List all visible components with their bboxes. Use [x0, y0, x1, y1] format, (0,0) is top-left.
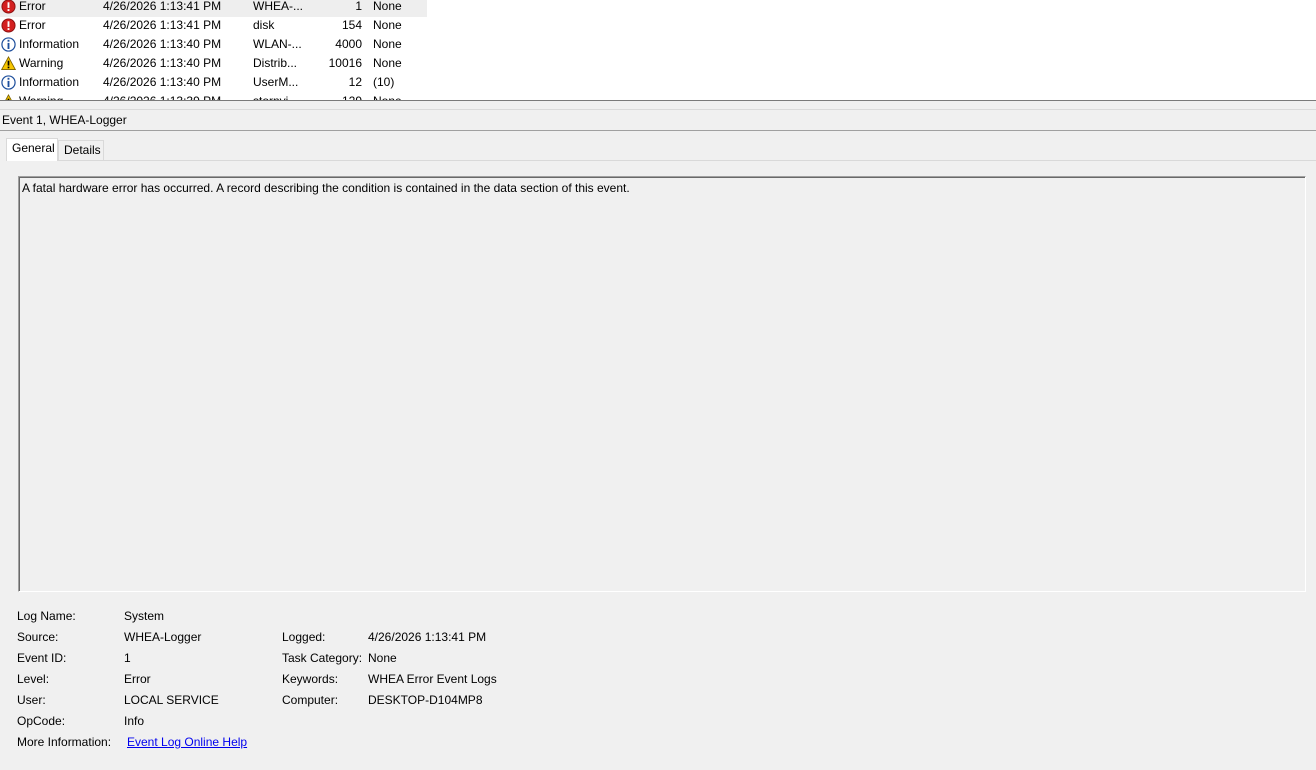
- information-icon: [1, 37, 17, 56]
- event-source: UserM...: [253, 75, 299, 89]
- event-source: Distrib...: [253, 56, 298, 70]
- event-level: Error: [19, 0, 46, 13]
- event-source: disk: [253, 18, 275, 32]
- event-id: 1: [355, 0, 362, 13]
- level-value: Error: [124, 672, 151, 686]
- tab-general[interactable]: General: [6, 138, 58, 161]
- logged-value: 4/26/2026 1:13:41 PM: [368, 630, 487, 644]
- event-id-value: 1: [124, 651, 131, 665]
- event-task: None: [373, 56, 402, 70]
- event-id: 154: [341, 18, 362, 32]
- event-level: Warning: [19, 56, 64, 70]
- event-source: WLAN-...: [253, 37, 302, 51]
- tabstrip: General Details: [0, 131, 1316, 161]
- computer-value: DESKTOP-D104MP8: [368, 693, 483, 707]
- event-id: 4000: [335, 37, 362, 51]
- opcode-value: Info: [124, 714, 145, 728]
- event-task: None: [373, 0, 402, 13]
- source-value: WHEA-Logger: [124, 630, 202, 644]
- computer-label: Computer:: [282, 693, 339, 707]
- log-name-value: System: [124, 609, 165, 623]
- warning-icon: [1, 56, 17, 75]
- pane-splitter[interactable]: [0, 101, 1316, 109]
- event-task: None: [373, 37, 402, 51]
- event-row[interactable]: Information 4/26/2026 1:13:40 PM UserM..…: [0, 74, 1316, 93]
- event-row[interactable]: Error 4/26/2026 1:13:41 PM WHEA-... 1 No…: [0, 0, 427, 17]
- event-task: None: [373, 18, 402, 32]
- event-level: Information: [19, 75, 80, 89]
- event-log-online-help-link[interactable]: Event Log Online Help: [127, 734, 247, 750]
- event-date: 4/26/2026 1:13:41 PM: [103, 18, 222, 32]
- event-row[interactable]: Information 4/26/2026 1:13:40 PM WLAN-..…: [0, 36, 1316, 55]
- level-label: Level:: [17, 672, 50, 686]
- error-icon: [1, 0, 17, 18]
- information-icon: [1, 75, 17, 94]
- event-header: Event 1, WHEA-Logger: [0, 109, 1316, 131]
- source-label: Source:: [17, 630, 59, 644]
- task-category-label: Task Category:: [282, 651, 363, 665]
- error-icon: [1, 18, 17, 37]
- event-date: 4/26/2026 1:13:41 PM: [103, 0, 222, 13]
- description-text: A fatal hardware error has occurred. A r…: [22, 181, 630, 195]
- event-date: 4/26/2026 1:13:40 PM: [103, 75, 222, 89]
- event-list[interactable]: Error 4/26/2026 1:13:41 PM WHEA-... 1 No…: [0, 0, 1316, 101]
- event-task: (10): [373, 75, 395, 89]
- event-id: 10016: [328, 56, 362, 70]
- event-source: WHEA-...: [253, 0, 303, 13]
- event-row[interactable]: Warning 4/26/2026 1:13:40 PM Distrib... …: [0, 55, 1316, 74]
- event-level: Information: [19, 37, 80, 51]
- opcode-label: OpCode:: [17, 714, 66, 728]
- log-name-label: Log Name:: [17, 609, 76, 623]
- keywords-label: Keywords:: [282, 672, 339, 686]
- task-category-value: None: [368, 651, 397, 665]
- user-value: LOCAL SERVICE: [124, 693, 219, 707]
- user-label: User:: [17, 693, 46, 707]
- description-box[interactable]: A fatal hardware error has occurred. A r…: [18, 176, 1306, 592]
- keywords-value: WHEA Error Event Logs: [368, 672, 497, 686]
- tab-details[interactable]: Details: [58, 140, 104, 161]
- event-row[interactable]: Error 4/26/2026 1:13:41 PM disk 154 None: [0, 17, 1316, 36]
- event-date: 4/26/2026 1:13:40 PM: [103, 37, 222, 51]
- event-id-label: Event ID:: [17, 651, 67, 665]
- event-id: 12: [348, 75, 362, 89]
- event-date: 4/26/2026 1:13:40 PM: [103, 56, 222, 70]
- event-level: Error: [19, 18, 46, 32]
- logged-label: Logged:: [282, 630, 326, 644]
- more-information-label: More Information:: [17, 735, 112, 749]
